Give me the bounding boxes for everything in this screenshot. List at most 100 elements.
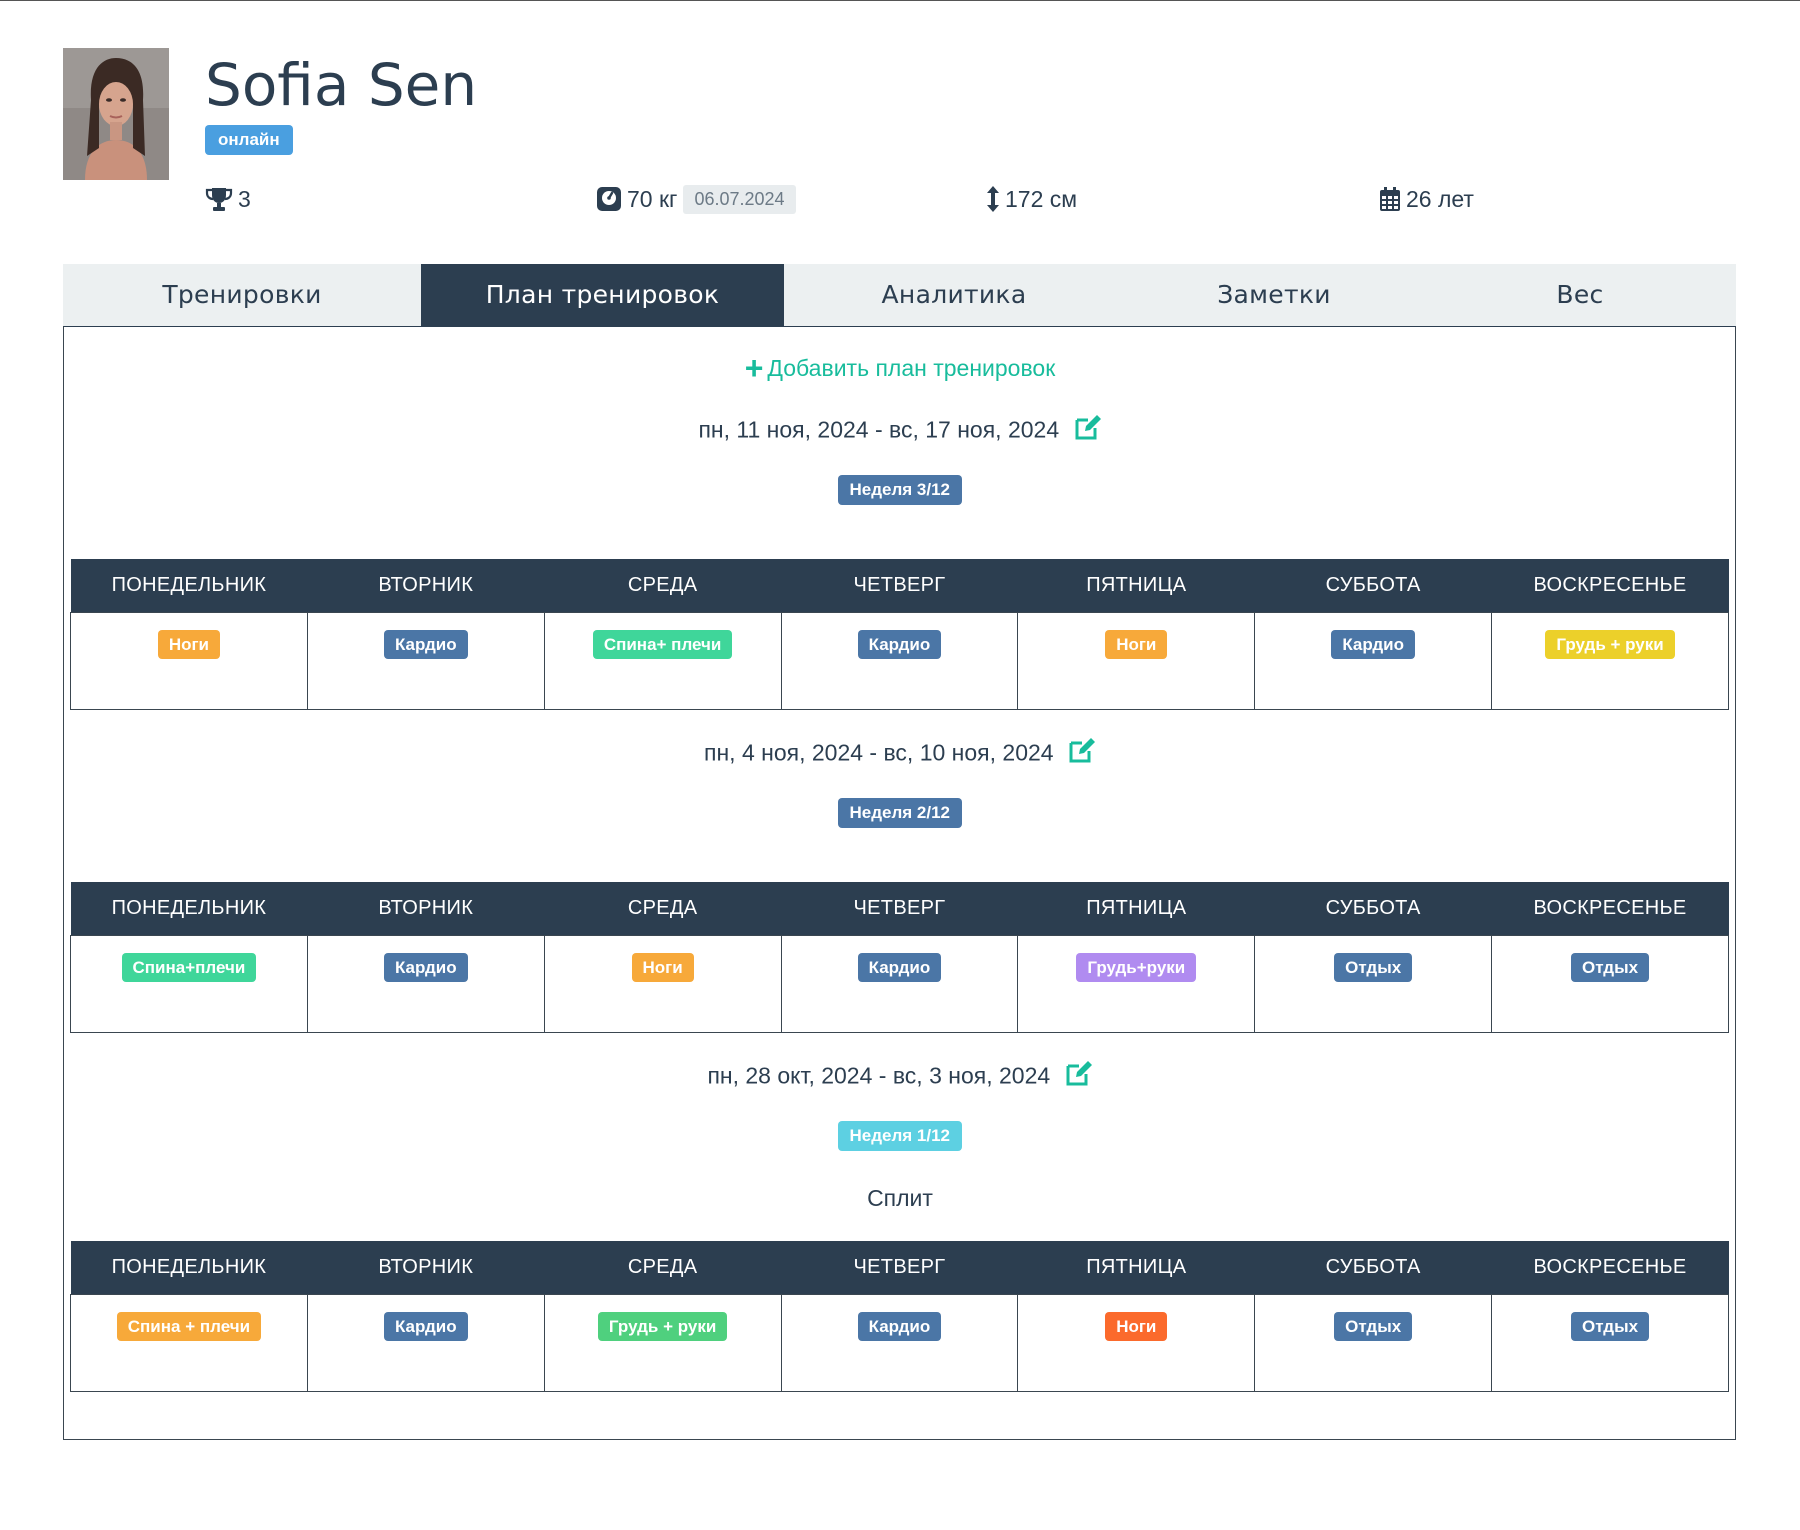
- workout-badge[interactable]: Ноги: [157, 629, 221, 659]
- day-cell[interactable]: Грудь + руки: [543, 1293, 782, 1392]
- workout-badge[interactable]: Кардио: [383, 952, 468, 982]
- day-cell[interactable]: Спина+ плечи: [543, 611, 782, 710]
- day-header: СРЕДА: [544, 1241, 782, 1294]
- tab-analytics[interactable]: Аналитика: [784, 264, 1124, 326]
- week-plan-table: ПОНЕДЕЛЬНИК ВТОРНИК СРЕДА ЧЕТВЕРГ ПЯТНИЦ…: [70, 1241, 1729, 1392]
- tab-workout-plan[interactable]: План тренировок: [421, 264, 784, 326]
- day-cell[interactable]: Ноги: [1017, 1293, 1256, 1392]
- height-value: 172 см: [1005, 185, 1078, 212]
- height-stat: 172 см: [986, 183, 1077, 215]
- day-header: ВТОРНИК: [307, 559, 545, 612]
- avatar: [63, 48, 169, 180]
- edit-icon[interactable]: [1074, 414, 1102, 446]
- days-header-row: ПОНЕДЕЛЬНИК ВТОРНИК СРЕДА ЧЕТВЕРГ ПЯТНИЦ…: [70, 559, 1729, 612]
- day-cell[interactable]: Отдых: [1254, 1293, 1493, 1392]
- workout-badge[interactable]: Кардио: [857, 629, 942, 659]
- day-header: ПЯТНИЦА: [1017, 882, 1255, 935]
- day-cell[interactable]: Кардио: [780, 934, 1019, 1033]
- add-plan-button[interactable]: + Добавить план тренировок: [0, 350, 1800, 387]
- workout-badge[interactable]: Кардио: [383, 1311, 468, 1341]
- plus-icon: +: [744, 350, 764, 386]
- workout-badge[interactable]: Ноги: [1105, 629, 1168, 659]
- tab-workouts[interactable]: Тренировки: [63, 264, 421, 326]
- day-header: ВОСКРЕСЕНЬЕ: [1491, 1241, 1729, 1294]
- day-cell[interactable]: Ноги: [1017, 611, 1256, 710]
- day-cell[interactable]: Отдых: [1491, 934, 1729, 1033]
- day-cell[interactable]: Отдых: [1254, 934, 1493, 1033]
- workout-badge[interactable]: Грудь + руки: [1545, 629, 1675, 659]
- day-cell[interactable]: Кардио: [780, 1293, 1019, 1392]
- day-cell[interactable]: Кардио: [306, 1293, 545, 1392]
- workout-badge[interactable]: Отдых: [1570, 952, 1650, 982]
- workout-badge[interactable]: Отдых: [1570, 1311, 1650, 1341]
- day-header: ПОНЕДЕЛЬНИК: [70, 559, 308, 612]
- trophies-stat: 3: [205, 183, 251, 215]
- age-value: 26 лет: [1406, 185, 1474, 212]
- week-badge: Неделя 2/12: [837, 798, 963, 828]
- workout-badge[interactable]: Кардио: [1331, 629, 1415, 659]
- week-badge: Неделя 1/12: [837, 1121, 963, 1151]
- weight-scale-icon: [596, 186, 627, 212]
- profile-tabs: Тренировки План тренировок Аналитика Зам…: [63, 264, 1736, 326]
- day-header: ПОНЕДЕЛЬНИК: [70, 1241, 308, 1294]
- day-header: ПЯТНИЦА: [1017, 1241, 1255, 1294]
- workout-badge[interactable]: Ноги: [1105, 1311, 1168, 1341]
- day-cell[interactable]: Грудь + руки: [1491, 611, 1729, 710]
- day-cell[interactable]: Отдых: [1491, 1293, 1729, 1392]
- workout-badge[interactable]: Отдых: [1334, 952, 1413, 982]
- day-header: ЧЕТВЕРГ: [781, 1241, 1018, 1294]
- day-cell[interactable]: Грудь+руки: [1017, 934, 1256, 1033]
- day-cell[interactable]: Спина + плечи: [70, 1293, 308, 1392]
- trophy-icon: [205, 186, 238, 212]
- age-stat: 26 лет: [1379, 183, 1474, 215]
- day-cell[interactable]: Кардио: [780, 611, 1019, 710]
- week-range: пн, 11 ноя, 2024 - вс, 17 ноя, 2024: [0, 414, 1800, 446]
- top-border: [0, 0, 1800, 1]
- tab-notes[interactable]: Заметки: [1124, 264, 1424, 326]
- day-header: СУББОТА: [1254, 882, 1492, 935]
- workout-badge[interactable]: Кардио: [857, 1311, 942, 1341]
- week-range-text: пн, 11 ноя, 2024 - вс, 17 ноя, 2024: [698, 416, 1060, 443]
- week-plan-table: ПОНЕДЕЛЬНИК ВТОРНИК СРЕДА ЧЕТВЕРГ ПЯТНИЦ…: [70, 559, 1729, 710]
- workout-badge[interactable]: Отдых: [1334, 1311, 1413, 1341]
- profile-name: Sofia Sen: [205, 51, 478, 119]
- days-header-row: ПОНЕДЕЛЬНИК ВТОРНИК СРЕДА ЧЕТВЕРГ ПЯТНИЦ…: [70, 1241, 1729, 1294]
- workout-badge[interactable]: Спина+плечи: [121, 952, 257, 982]
- workout-badge[interactable]: Кардио: [857, 952, 942, 982]
- workout-badge[interactable]: Грудь+руки: [1076, 952, 1197, 982]
- workout-badge[interactable]: Спина + плечи: [116, 1311, 262, 1341]
- week-badge: Неделя 3/12: [837, 475, 963, 505]
- avatar-photo: [63, 48, 169, 180]
- tab-weight[interactable]: Вес: [1424, 264, 1736, 326]
- workout-badge[interactable]: Ноги: [631, 952, 694, 982]
- day-cell[interactable]: Кардио: [306, 934, 545, 1033]
- week-range: пн, 4 ноя, 2024 - вс, 10 ноя, 2024: [0, 737, 1800, 769]
- week-range: пн, 28 окт, 2024 - вс, 3 ноя, 2024: [0, 1060, 1800, 1092]
- day-cell[interactable]: Ноги: [70, 611, 308, 710]
- calendar-icon: [1379, 186, 1406, 212]
- trophies-count: 3: [238, 185, 251, 212]
- weight-value: 70 кг: [627, 185, 678, 212]
- status-badge: онлайн: [205, 125, 293, 155]
- day-cell[interactable]: Ноги: [543, 934, 782, 1033]
- week-plan-table: ПОНЕДЕЛЬНИК ВТОРНИК СРЕДА ЧЕТВЕРГ ПЯТНИЦ…: [70, 882, 1729, 1033]
- day-cell[interactable]: Спина+плечи: [70, 934, 308, 1033]
- day-header: СУББОТА: [1254, 1241, 1492, 1294]
- edit-icon[interactable]: [1065, 1060, 1093, 1092]
- day-cell[interactable]: Кардио: [306, 611, 545, 710]
- workout-row: Ноги Кардио Спина+ плечи Кардио Ноги Кар…: [70, 611, 1729, 710]
- add-plan-label: Добавить план тренировок: [767, 355, 1056, 381]
- day-header: ВТОРНИК: [307, 882, 545, 935]
- week-range-text: пн, 28 окт, 2024 - вс, 3 ноя, 2024: [707, 1062, 1051, 1089]
- workout-badge[interactable]: Кардио: [383, 629, 468, 659]
- workout-badge[interactable]: Спина+ плечи: [592, 629, 733, 659]
- day-cell[interactable]: Кардио: [1254, 611, 1493, 710]
- workout-badge[interactable]: Грудь + руки: [597, 1311, 728, 1341]
- week-range-text: пн, 4 ноя, 2024 - вс, 10 ноя, 2024: [704, 739, 1054, 766]
- edit-icon[interactable]: [1068, 737, 1096, 769]
- day-header: ВОСКРЕСЕНЬЕ: [1491, 559, 1729, 612]
- weight-stat: 70 кг 06.07.2024: [596, 183, 796, 215]
- workout-row: Спина + плечи Кардио Грудь + руки Кардио…: [70, 1293, 1729, 1392]
- workout-row: Спина+плечи Кардио Ноги Кардио Грудь+рук…: [70, 934, 1729, 1033]
- day-header: СРЕДА: [544, 882, 782, 935]
